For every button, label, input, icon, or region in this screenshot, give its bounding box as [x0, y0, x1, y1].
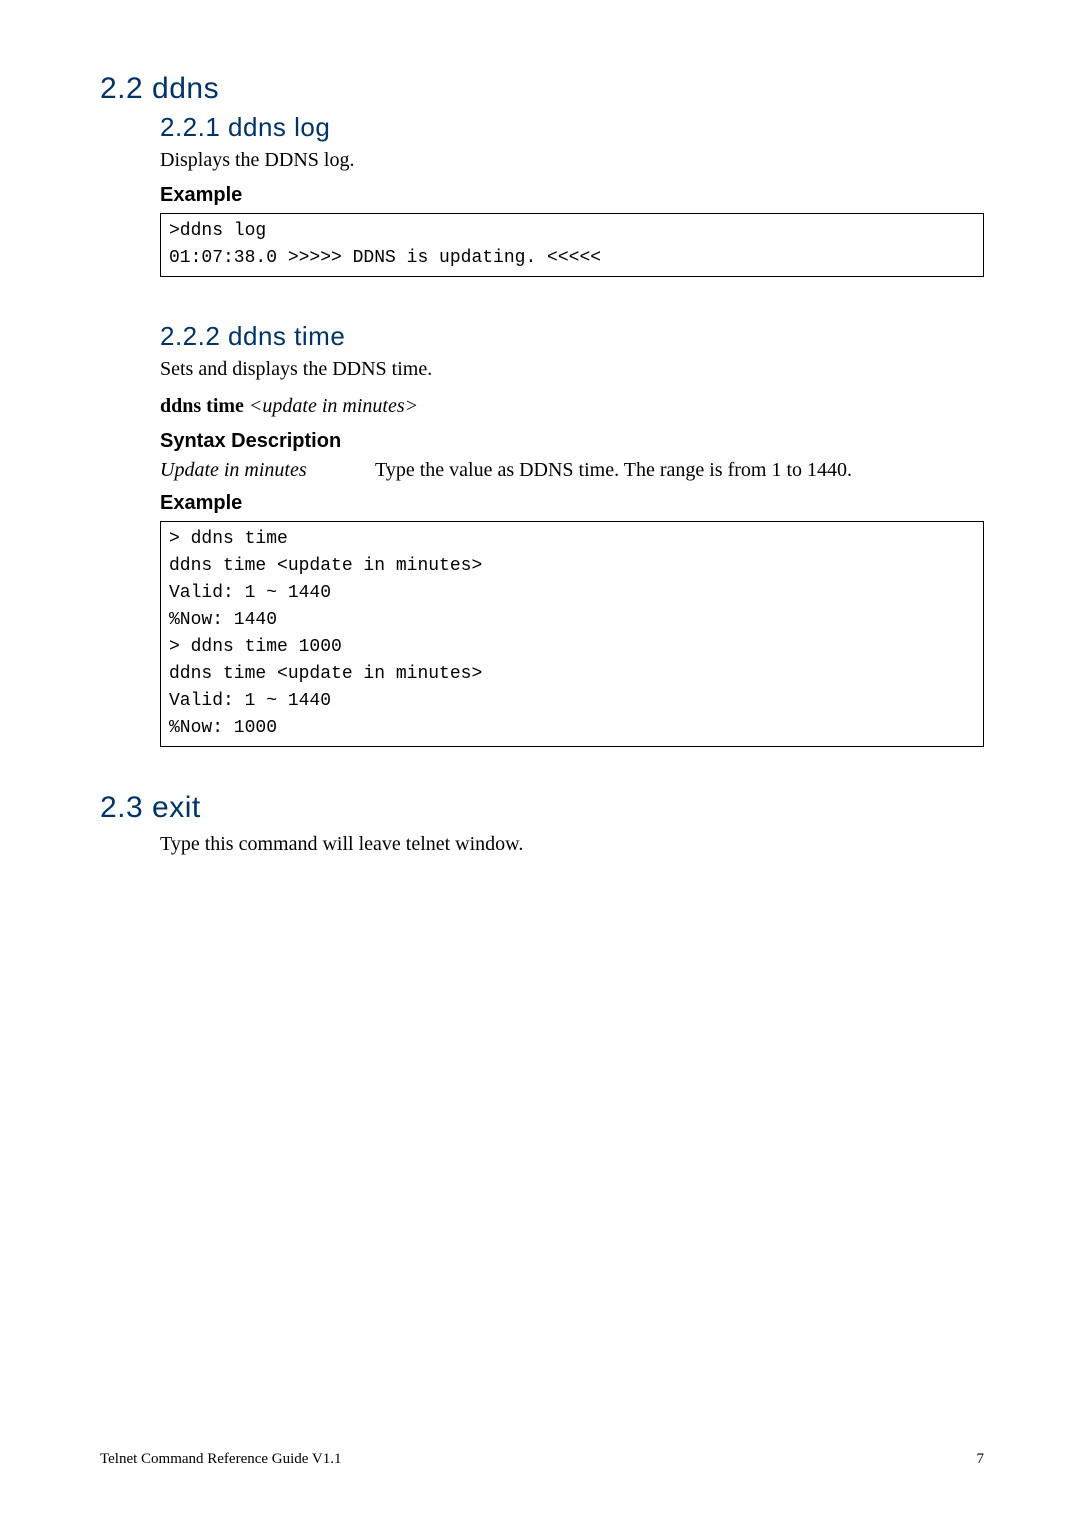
ddns-log-desc: Displays the DDNS log. [160, 147, 984, 174]
page-footer: Telnet Command Reference Guide V1.1 7 [100, 1451, 984, 1468]
syntax-param-desc: Type the value as DDNS time. The range i… [375, 459, 852, 482]
example-label: Example [160, 492, 984, 515]
section-2-3-body: Type this command will leave telnet wind… [160, 831, 984, 858]
syntax-param-name: Update in minutes [160, 459, 370, 482]
ddns-time-desc: Sets and displays the DDNS time. [160, 356, 984, 383]
heading-2-3-exit: 2.3 exit [100, 791, 984, 825]
heading-2-2-2-ddns-time: 2.2.2 ddns time [160, 321, 984, 352]
syntax-description-row: Update in minutes Type the value as DDNS… [160, 459, 984, 482]
section-2-2-body: 2.2.1 ddns log Displays the DDNS log. Ex… [160, 112, 984, 747]
ddns-time-syntax-usage: ddns time <update in minutes> [160, 393, 984, 420]
footer-page-number: 7 [977, 1451, 985, 1468]
ddns-time-example-code: > ddns time ddns time <update in minutes… [160, 521, 984, 747]
ddns-log-example-code: >ddns log 01:07:38.0 >>>>> DDNS is updat… [160, 213, 984, 277]
footer-title: Telnet Command Reference Guide V1.1 [100, 1451, 342, 1468]
heading-2-2-1-ddns-log: 2.2.1 ddns log [160, 112, 984, 143]
example-label: Example [160, 184, 984, 207]
syntax-description-label: Syntax Description [160, 430, 984, 453]
syntax-command: ddns time [160, 395, 249, 417]
heading-2-2-ddns: 2.2 ddns [100, 72, 984, 106]
exit-desc: Type this command will leave telnet wind… [160, 831, 984, 858]
syntax-arg: <update in minutes> [249, 395, 418, 417]
page: 2.2 ddns 2.2.1 ddns log Displays the DDN… [0, 0, 1080, 1528]
